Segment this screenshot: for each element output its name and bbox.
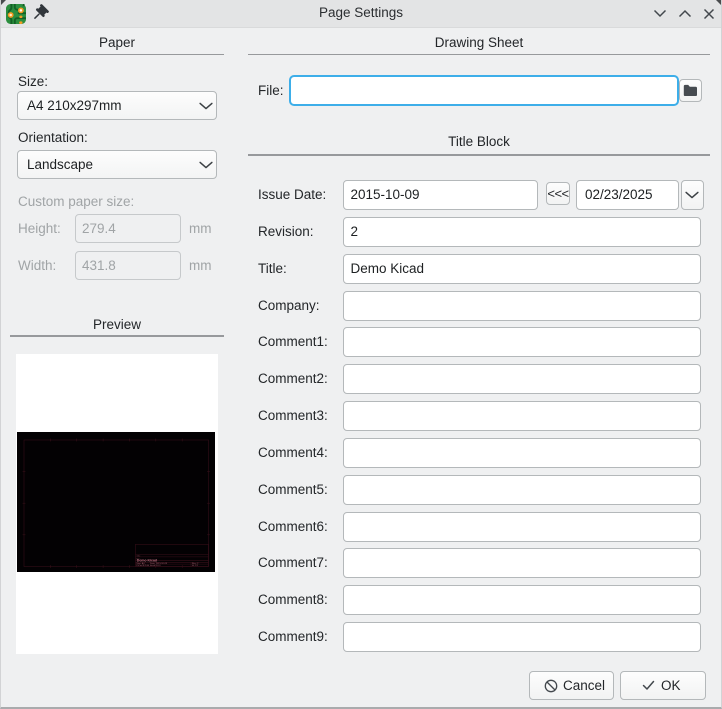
svg-text:Id: 1/1: Id: 1/1 <box>192 565 199 567</box>
svg-text:KiCad E.D.A. kicad 9.0.0: KiCad E.D.A. kicad 9.0.0 <box>136 564 161 567</box>
